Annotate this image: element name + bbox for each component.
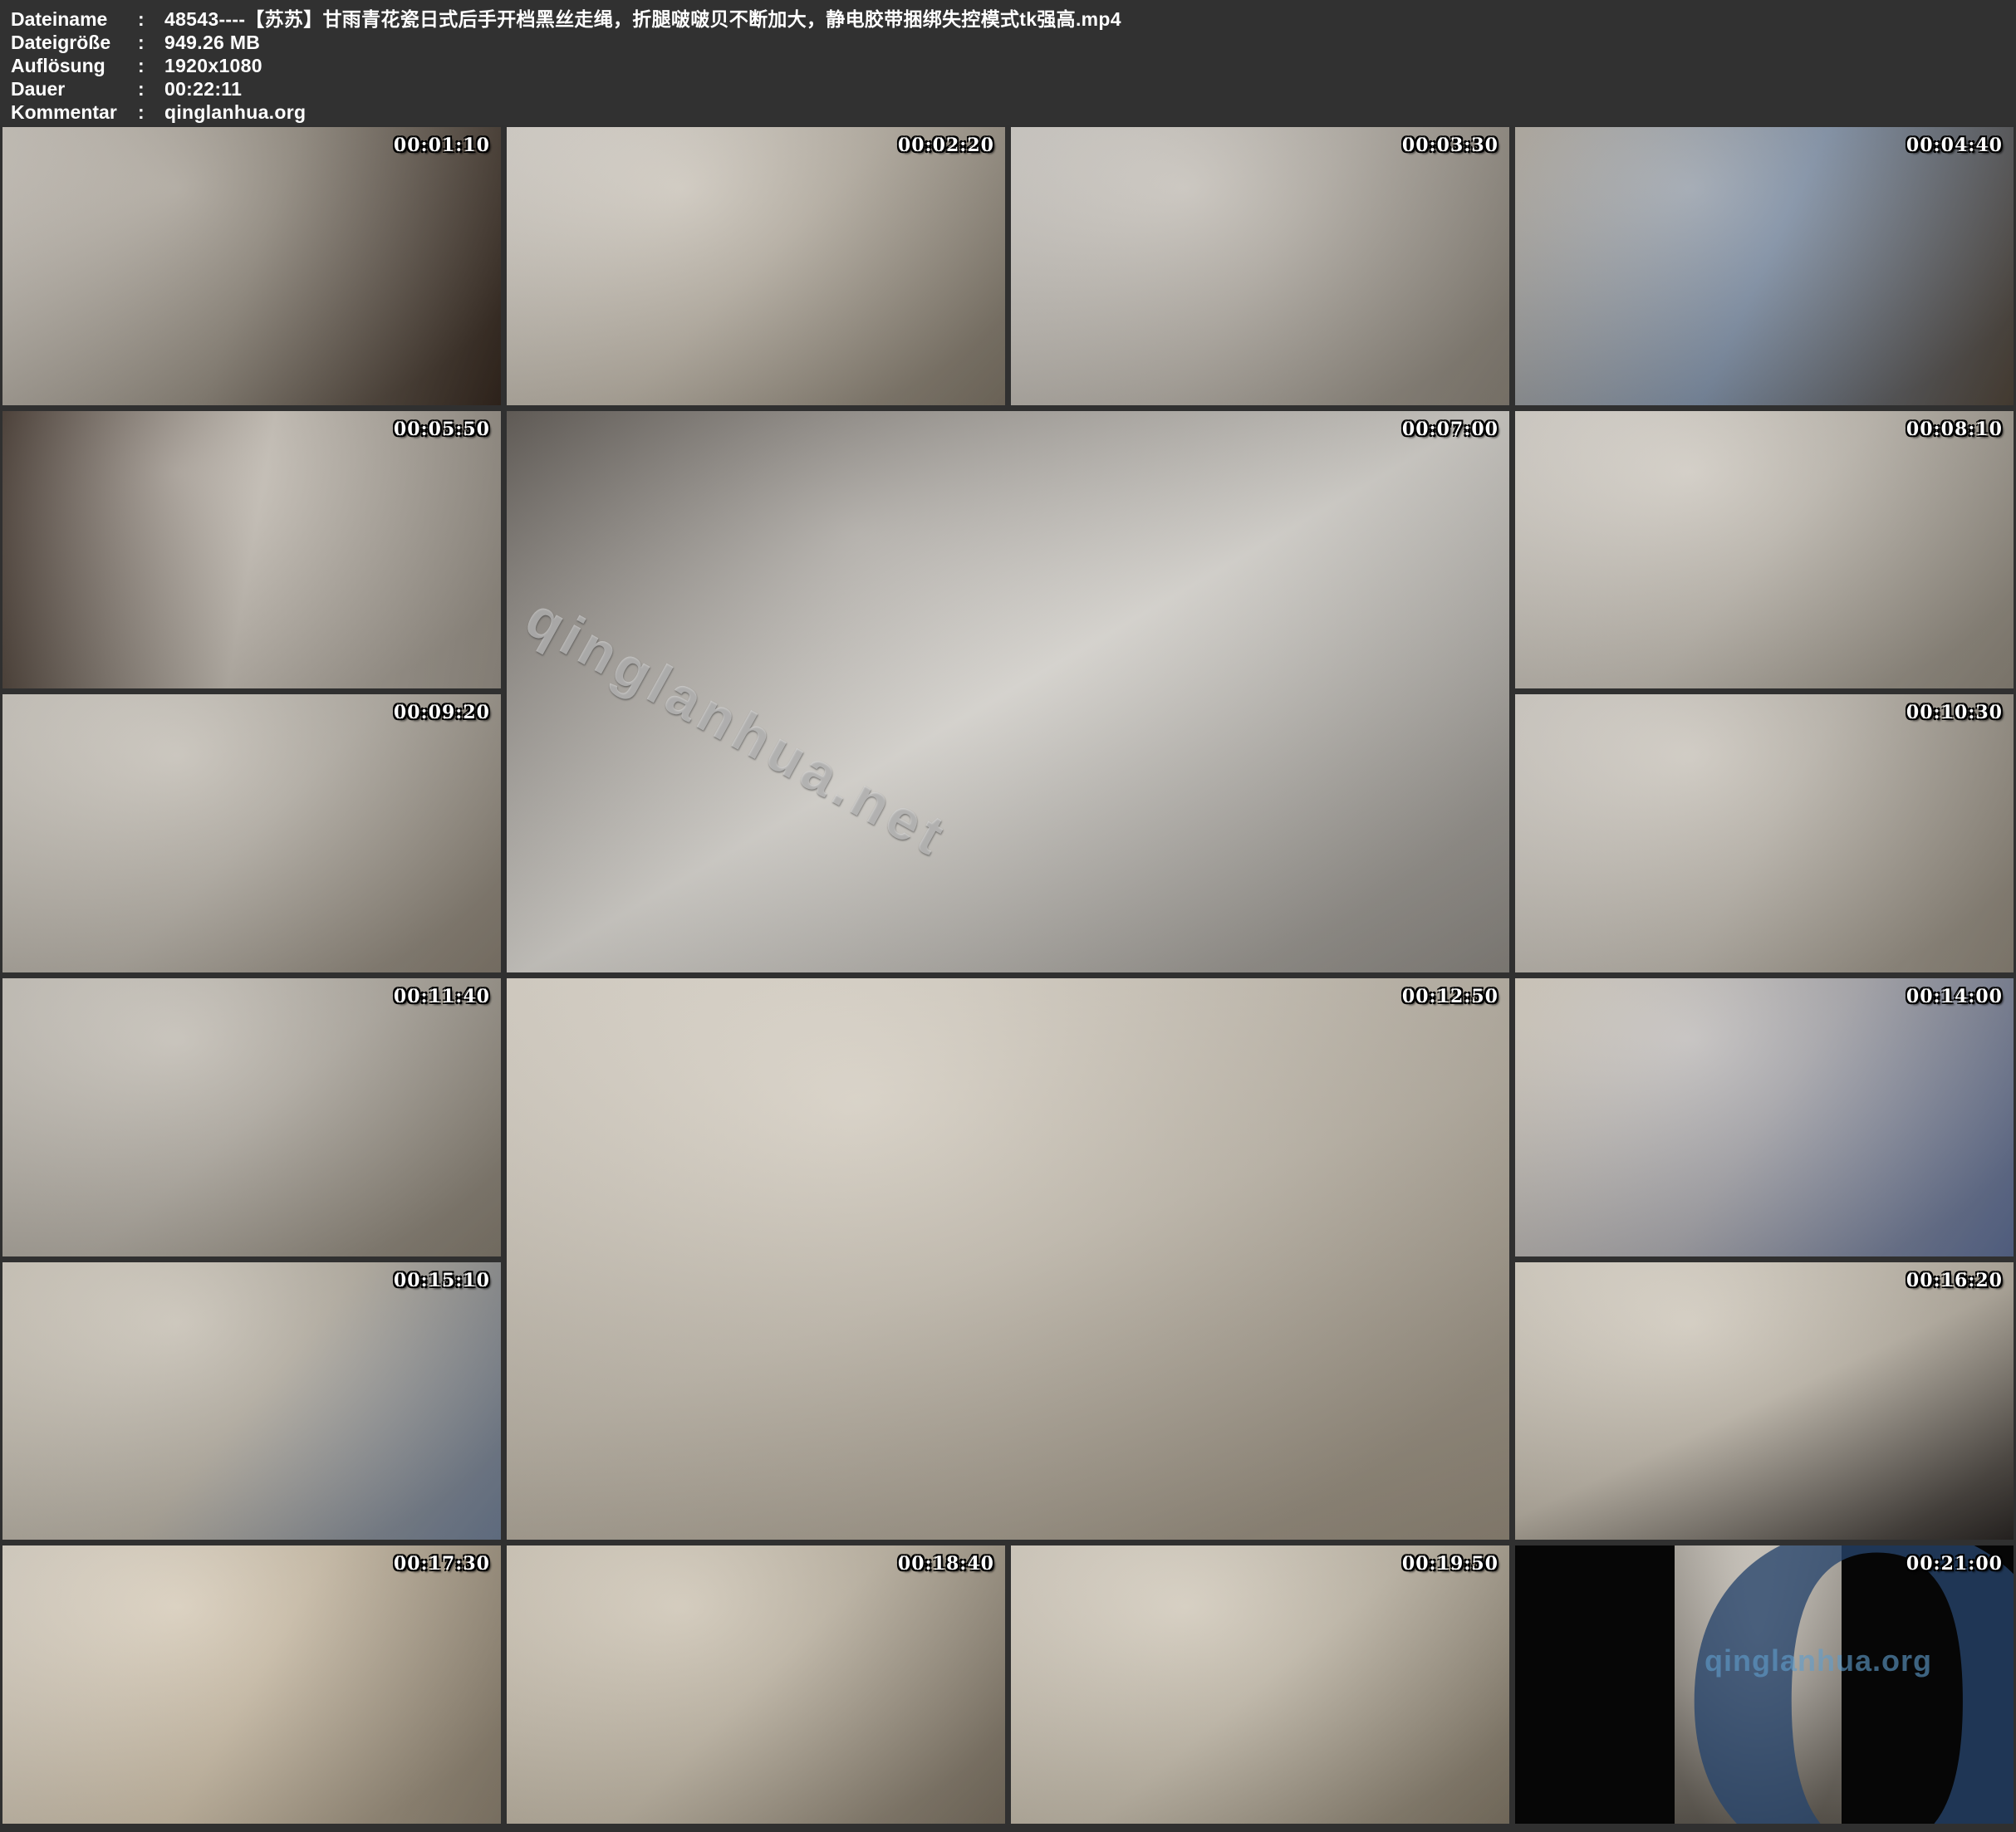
- timestamp-overlay: 00:21:00: [1906, 1553, 2003, 1575]
- info-colon: :: [138, 31, 164, 54]
- video-thumbnail: 00:04:40: [1515, 127, 2014, 405]
- video-thumbnail: 00:12:50: [507, 978, 1509, 1540]
- file-info-header: Dateiname:48543----【苏苏】甘雨青花瓷日式后手开档黑丝走绳，折…: [0, 0, 2016, 125]
- thumbnail-contact-sheet: 00:01:10 00:02:20 00:03:30 00:04:40 00:05:50…: [0, 125, 2016, 1832]
- info-value: 949.26 MB: [164, 31, 260, 54]
- info-colon: :: [138, 100, 164, 124]
- video-thumbnail: 00:19:50: [1011, 1545, 1509, 1824]
- video-thumbnail: qinglanhua.net 00:07:00: [507, 411, 1509, 972]
- file-info-row: Dateigröße:949.26 MB: [11, 31, 2016, 54]
- timestamp-overlay: 00:10:30: [1906, 702, 2003, 723]
- info-label: Dateigröße: [11, 31, 138, 54]
- info-value: 48543----【苏苏】甘雨青花瓷日式后手开档黑丝走绳，折腿啵啵贝不断加大，静…: [164, 7, 1121, 31]
- timestamp-overlay: 00:15:10: [394, 1270, 490, 1291]
- video-thumbnail: 00:14:00: [1515, 978, 2014, 1256]
- info-value: 1920x1080: [164, 54, 262, 77]
- file-info-row: Dateiname:48543----【苏苏】甘雨青花瓷日式后手开档黑丝走绳，折…: [11, 7, 2016, 31]
- file-info-rows: Dateiname:48543----【苏苏】甘雨青花瓷日式后手开档黑丝走绳，折…: [11, 7, 2016, 124]
- info-value: qinglanhua.org: [164, 100, 306, 124]
- timestamp-overlay: 00:05:50: [394, 419, 490, 440]
- timestamp-overlay: 00:11:40: [394, 986, 490, 1007]
- video-thumbnail: 00:03:30: [1011, 127, 1509, 405]
- timestamp-overlay: 00:01:10: [394, 135, 490, 156]
- info-colon: :: [138, 7, 164, 31]
- file-info-row: Kommentar:qinglanhua.org: [11, 100, 2016, 124]
- timestamp-overlay: 00:09:20: [394, 702, 490, 723]
- video-thumbnail: 00:05:50: [2, 411, 501, 689]
- video-thumbnail: 00:09:20: [2, 694, 501, 972]
- info-label: Kommentar: [11, 100, 138, 124]
- q-logo-watermark: Q: [1675, 1545, 2014, 1824]
- timestamp-overlay: 00:03:30: [1402, 135, 1499, 156]
- info-value: 00:22:11: [164, 77, 242, 100]
- timestamp-overlay: 00:19:50: [1402, 1553, 1499, 1575]
- info-label: Auflösung: [11, 54, 138, 77]
- video-thumbnail: 00:02:20: [507, 127, 1005, 405]
- video-thumbnail: 00:15:10: [2, 1262, 501, 1541]
- info-label: Dateiname: [11, 7, 138, 31]
- video-thumbnail: 00:08:10: [1515, 411, 2014, 689]
- video-thumbnail: 00:16:20: [1515, 1262, 2014, 1541]
- video-thumbnail: 00:01:10: [2, 127, 501, 405]
- site-watermark: qinglanhua.net: [515, 585, 959, 869]
- info-colon: :: [138, 54, 164, 77]
- timestamp-overlay: 00:08:10: [1906, 419, 2003, 440]
- timestamp-overlay: 00:18:40: [898, 1553, 994, 1575]
- video-thumbnail: 00:11:40: [2, 978, 501, 1256]
- video-thumbnail: 00:17:30: [2, 1545, 501, 1824]
- timestamp-overlay: 00:04:40: [1906, 135, 2003, 156]
- info-label: Dauer: [11, 77, 138, 100]
- timestamp-overlay: 00:17:30: [394, 1553, 490, 1575]
- video-thumbnail: 00:10:30: [1515, 694, 2014, 972]
- video-thumbnail: Qqinglanhua.org 00:21:00: [1515, 1545, 2014, 1824]
- timestamp-overlay: 00:07:00: [1402, 419, 1499, 440]
- timestamp-overlay: 00:16:20: [1906, 1270, 2003, 1291]
- file-info-row: Dauer:00:22:11: [11, 77, 2016, 100]
- timestamp-overlay: 00:02:20: [898, 135, 994, 156]
- info-colon: :: [138, 77, 164, 100]
- timestamp-overlay: 00:14:00: [1906, 986, 2003, 1007]
- site-watermark: qinglanhua.org: [1705, 1643, 1932, 1678]
- file-info-row: Auflösung:1920x1080: [11, 54, 2016, 77]
- timestamp-overlay: 00:12:50: [1402, 986, 1499, 1007]
- video-thumbnail: 00:18:40: [507, 1545, 1005, 1824]
